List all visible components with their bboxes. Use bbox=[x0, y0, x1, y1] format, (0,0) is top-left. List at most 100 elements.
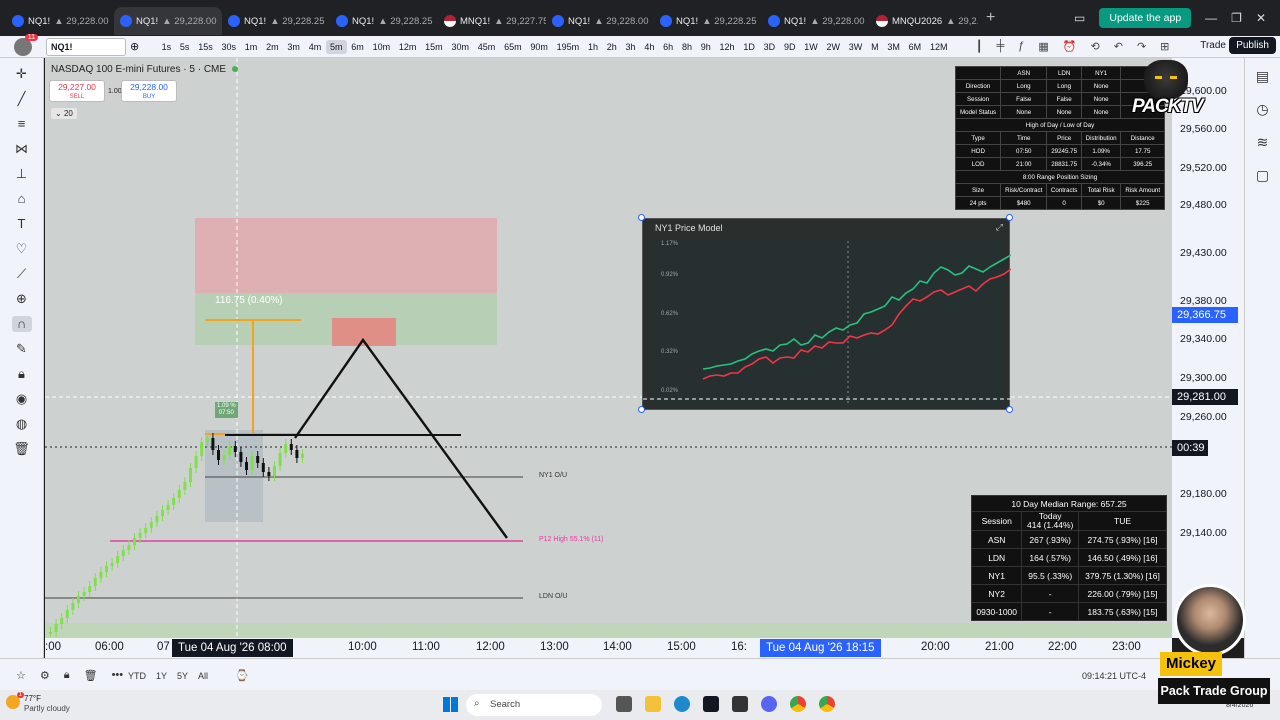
fib-icon[interactable]: ≡ bbox=[12, 116, 32, 132]
more-icon[interactable]: ••• bbox=[112, 669, 124, 682]
zoom-in-icon[interactable]: ⊕ bbox=[12, 291, 32, 307]
trash-icon[interactable]: 🗑︎ bbox=[12, 441, 32, 457]
new-tab-button[interactable]: + bbox=[986, 9, 995, 27]
discord-icon[interactable] bbox=[761, 696, 777, 712]
ruler-icon[interactable]: ⟋ bbox=[12, 266, 32, 282]
edge-icon[interactable] bbox=[674, 696, 690, 712]
chart-area[interactable]: NASDAQ 100 E-mini Futures · 5 · CME 29,2… bbox=[45, 58, 1172, 638]
ny1-price-model-panel[interactable]: NY1 Price Model ⤢ 1.17% 0.92% 0.62% 0.32% 0.… bbox=[642, 218, 1011, 410]
layers-icon[interactable]: ≋ bbox=[1257, 134, 1269, 151]
replay-icon[interactable]: ⟲ bbox=[1091, 40, 1100, 53]
close-window-icon[interactable]: ✕ bbox=[1256, 11, 1266, 25]
tab-3[interactable]: NQ1!▲ 29,228.25✕ bbox=[330, 7, 438, 35]
tab-0[interactable]: NQ1!▲ 29,228.00✕ bbox=[6, 7, 114, 35]
text-icon[interactable]: T bbox=[12, 216, 32, 232]
interval-3D[interactable]: 3D bbox=[759, 40, 779, 54]
interval-45m[interactable]: 45m bbox=[473, 40, 499, 54]
redo-icon[interactable]: ↷ bbox=[1137, 40, 1146, 53]
settings-icon[interactable]: ⚙ bbox=[40, 669, 50, 682]
weather-widget[interactable]: 77°F Partly cloudy bbox=[24, 694, 70, 714]
chat-icon[interactable]: ▢ bbox=[1256, 167, 1269, 184]
resize-handle[interactable] bbox=[638, 214, 645, 221]
interval-6h[interactable]: 6h bbox=[659, 40, 678, 54]
interval-1h[interactable]: 1h bbox=[584, 40, 603, 54]
interval-12m[interactable]: 12m bbox=[394, 40, 420, 54]
interval-90m[interactable]: 90m bbox=[526, 40, 552, 54]
interval-30m[interactable]: 30m bbox=[447, 40, 473, 54]
range-1Y[interactable]: 1Y bbox=[156, 671, 167, 681]
interval-195m[interactable]: 195m bbox=[552, 40, 583, 54]
extensions-icon[interactable]: ▭ bbox=[1074, 11, 1085, 25]
tab-6[interactable]: NQ1!▲ 29,228.25✕ bbox=[654, 7, 762, 35]
projection-icon[interactable]: ⊥ bbox=[12, 166, 32, 182]
publish-button[interactable]: Publish bbox=[1229, 37, 1276, 54]
interval-3m[interactable]: 3m bbox=[283, 40, 304, 54]
interval-65m[interactable]: 65m bbox=[500, 40, 526, 54]
interval-3M[interactable]: 3M bbox=[883, 40, 904, 54]
interval-4m[interactable]: 4m bbox=[304, 40, 325, 54]
calendar-icon[interactable]: ⌚ bbox=[235, 669, 249, 682]
interval-15m[interactable]: 15m bbox=[421, 40, 447, 54]
interval-5m[interactable]: 5m bbox=[325, 39, 347, 54]
interval-6M[interactable]: 6M bbox=[904, 40, 925, 54]
buy-button[interactable]: 29,228.00 BUY bbox=[121, 80, 177, 102]
pattern-icon[interactable]: ⋈ bbox=[12, 141, 32, 157]
tab-8[interactable]: MNQU2026▲ 29,2...✕ bbox=[870, 7, 978, 35]
delete-icon[interactable]: 🗑︎ bbox=[84, 669, 98, 682]
interval-9h[interactable]: 9h bbox=[696, 40, 715, 54]
interval-1D[interactable]: 1D bbox=[739, 40, 759, 54]
interval-1m[interactable]: 1m bbox=[240, 40, 261, 54]
interval-4h[interactable]: 4h bbox=[640, 40, 659, 54]
indicator-toggle[interactable]: ⌄ 20 bbox=[51, 108, 77, 119]
favorites-icon[interactable]: ♡ bbox=[12, 241, 32, 257]
interval-M[interactable]: M bbox=[867, 40, 883, 54]
avatar[interactable]: 11 bbox=[14, 33, 38, 56]
time-scale[interactable]: :00 06:00 07 10:00 11:00 12:00 13:00 14:00 15:00… bbox=[45, 638, 1172, 658]
interval-1s[interactable]: 1s bbox=[157, 40, 175, 54]
compare-add-icon[interactable]: ⊕ bbox=[130, 40, 139, 53]
layout-icon[interactable]: ▦ bbox=[1038, 40, 1048, 53]
interval-6m[interactable]: 6m bbox=[347, 40, 368, 54]
task-view-icon[interactable] bbox=[616, 696, 632, 712]
eye-icon[interactable]: ◉ bbox=[12, 391, 32, 407]
terminal-icon[interactable] bbox=[732, 696, 748, 712]
tab-2[interactable]: NQ1!▲ 29,228.25✕ bbox=[222, 7, 330, 35]
tab-1[interactable]: NQ1!▲ 29,228.00✕ bbox=[114, 7, 222, 35]
interval-2W[interactable]: 2W bbox=[822, 40, 844, 54]
magnet-icon[interactable]: ∩ bbox=[11, 316, 32, 332]
symbol-search-input[interactable]: NQ1! bbox=[46, 37, 126, 56]
interval-12h[interactable]: 12h bbox=[715, 40, 739, 54]
tab-7[interactable]: NQ1!▲ 29,228.00✕ bbox=[762, 7, 870, 35]
interval-2m[interactable]: 2m bbox=[262, 40, 283, 54]
range-All[interactable]: All bbox=[198, 671, 208, 681]
range-YTD[interactable]: YTD bbox=[128, 671, 146, 681]
chrome-icon[interactable] bbox=[790, 696, 806, 712]
minimize-icon[interactable]: — bbox=[1205, 11, 1217, 25]
bars-icon[interactable]: ╪ bbox=[996, 40, 1004, 53]
candles-icon[interactable]: ┃ bbox=[976, 40, 983, 53]
windows-start-icon[interactable] bbox=[443, 697, 458, 712]
taskbar-search-input[interactable]: ⌕ Search bbox=[466, 694, 602, 716]
indicators-icon[interactable]: ƒ bbox=[1018, 40, 1024, 53]
alert-price-tag[interactable]: 29,366.75 bbox=[1172, 307, 1238, 323]
lock-icon[interactable]: 🔒︎ bbox=[12, 366, 32, 382]
interval-10m[interactable]: 10m bbox=[368, 40, 394, 54]
undo-icon[interactable]: ↶ bbox=[1114, 40, 1123, 53]
sell-button[interactable]: 29,227.00 SELL bbox=[49, 80, 105, 102]
chrome-profile-icon[interactable] bbox=[819, 696, 835, 712]
interval-15s[interactable]: 15s bbox=[194, 40, 217, 54]
stay-drawing-icon[interactable]: ✎ bbox=[12, 341, 32, 357]
range-5Y[interactable]: 5Y bbox=[177, 671, 188, 681]
tab-5[interactable]: NQ1!▲ 29,228.00✕ bbox=[546, 7, 654, 35]
file-explorer-icon[interactable] bbox=[645, 696, 661, 712]
interval-12M[interactable]: 12M bbox=[926, 40, 952, 54]
interval-30s[interactable]: 30s bbox=[217, 40, 240, 54]
tab-4[interactable]: MNQ1!▲ 29,227.75✕ bbox=[438, 7, 546, 35]
interval-5s[interactable]: 5s bbox=[176, 40, 194, 54]
interval-3h[interactable]: 3h bbox=[621, 40, 640, 54]
interval-8h[interactable]: 8h bbox=[678, 40, 697, 54]
interval-1W[interactable]: 1W bbox=[800, 40, 822, 54]
trade-button[interactable]: Trade bbox=[1194, 37, 1232, 54]
interval-3W[interactable]: 3W bbox=[844, 40, 866, 54]
interval-9D[interactable]: 9D bbox=[780, 40, 800, 54]
